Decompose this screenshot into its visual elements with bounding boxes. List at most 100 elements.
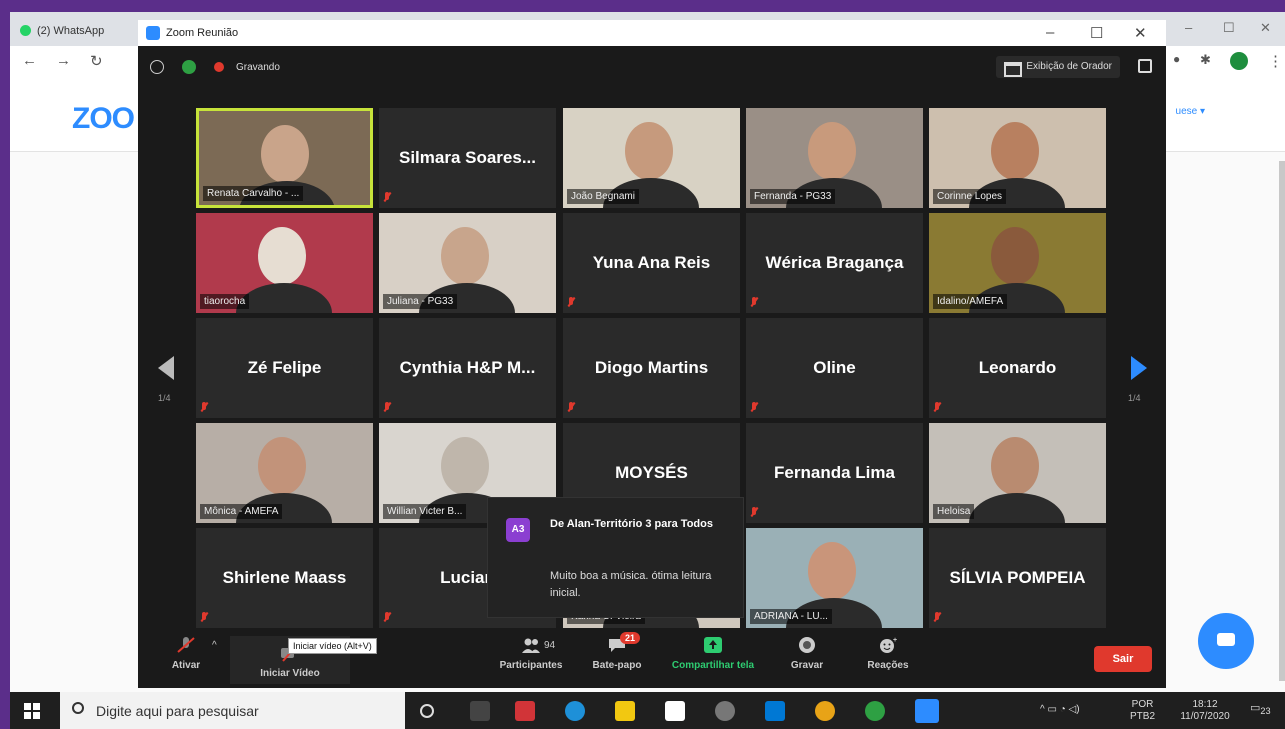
extension-icon[interactable]: ● — [1173, 52, 1180, 66]
tray-icons[interactable]: ^ ▭ ◔ ◁) — [1040, 704, 1080, 716]
participant-name: Zé Felipe — [247, 358, 322, 377]
participant-tile[interactable]: tiaorocha — [196, 213, 373, 313]
participant-name: Cynthia H&P M... — [399, 358, 536, 377]
clock-time: 18:12 — [1192, 699, 1218, 710]
muted-mic-icon — [383, 192, 391, 203]
audio-options-chevron-icon[interactable]: ^ — [212, 640, 217, 651]
participant-video-face — [991, 227, 1039, 285]
notifications-icon[interactable]: ▭23 — [1250, 702, 1271, 717]
participant-tile[interactable]: Diogo Martins — [563, 318, 740, 418]
unmute-button[interactable]: Ativar — [166, 636, 206, 671]
reactions-button[interactable]: + Reações — [860, 636, 916, 671]
chat-button[interactable]: Bate-papo — [584, 636, 650, 671]
language-selector[interactable]: uese ▾ — [1176, 106, 1205, 117]
page-scrollbar[interactable] — [1279, 161, 1285, 681]
mail-icon[interactable] — [765, 701, 785, 721]
muted-mic-icon — [933, 402, 941, 413]
whatsapp-taskbar-icon[interactable] — [865, 701, 885, 721]
clock[interactable]: 18:12 11/07/2020 — [1175, 699, 1235, 723]
recording-icon — [214, 62, 224, 72]
participant-tile[interactable]: João Begnami — [563, 108, 740, 208]
task-view-icon[interactable] — [470, 701, 490, 721]
browser-minimize-icon[interactable]: – — [1185, 20, 1192, 35]
reload-icon[interactable]: ↻ — [90, 52, 103, 70]
participant-tile[interactable]: Shirlene Maass — [196, 528, 373, 628]
participant-tile[interactable]: Oline — [746, 318, 923, 418]
taskbar-search-box[interactable]: Digite aqui para pesquisar — [60, 692, 405, 729]
participant-tile[interactable]: Wérica Bragança — [746, 213, 923, 313]
participant-tile[interactable]: Cynthia H&P M... — [379, 318, 556, 418]
zoom-site-logo[interactable]: ZOO — [72, 102, 135, 136]
back-icon[interactable]: ← — [22, 52, 37, 69]
forward-icon[interactable]: → — [56, 52, 71, 69]
security-shield-icon[interactable] — [182, 60, 196, 74]
minimize-button[interactable]: – — [1046, 24, 1054, 41]
browser-maximize-icon[interactable]: ☐ — [1223, 20, 1235, 36]
participant-name-label: Renata Carvalho - ... — [203, 186, 304, 201]
chrome-icon[interactable] — [815, 701, 835, 721]
share-screen-button[interactable]: Compartilhar tela — [660, 636, 766, 671]
participant-tile[interactable]: Corinne Lopes — [929, 108, 1106, 208]
previous-page-arrow-icon[interactable] — [158, 356, 174, 380]
participant-tile[interactable]: Heloisa — [929, 423, 1106, 523]
participant-tile[interactable]: ADRIANA - LU... — [746, 528, 923, 628]
participant-name: Diogo Martins — [594, 358, 709, 377]
muted-mic-icon — [567, 402, 575, 413]
edge-icon[interactable] — [565, 701, 585, 721]
taskbar-search-placeholder: Digite aqui para pesquisar — [96, 703, 259, 719]
participant-name: Silmara Soares... — [398, 148, 537, 167]
cortana-icon[interactable] — [420, 704, 434, 718]
share-screen-icon — [704, 637, 722, 653]
browser-close-icon[interactable]: ✕ — [1260, 20, 1271, 36]
participant-tile[interactable]: Zé Felipe — [196, 318, 373, 418]
store-icon[interactable] — [665, 701, 685, 721]
zoom-taskbar-icon[interactable] — [915, 699, 939, 723]
leave-button[interactable]: Sair — [1094, 646, 1152, 672]
zoom-window-title: Zoom Reunião — [166, 27, 239, 39]
participant-video-face — [991, 437, 1039, 495]
participant-name: Wérica Bragança — [765, 253, 904, 272]
unmute-label: Ativar — [171, 660, 201, 671]
participant-tile[interactable]: Idalino/AMEFA — [929, 213, 1106, 313]
participant-tile[interactable]: Fernanda Lima — [746, 423, 923, 523]
fullscreen-icon[interactable] — [1138, 59, 1152, 73]
close-button[interactable]: ✕ — [1134, 24, 1147, 42]
participant-tile[interactable]: SÍLVIA POMPEIA — [929, 528, 1106, 628]
windows-start-icon[interactable] — [24, 703, 40, 719]
muted-mic-icon — [567, 297, 575, 308]
input-language[interactable]: POR PTB2 — [1130, 699, 1155, 723]
settings-gear-icon[interactable] — [715, 701, 735, 721]
page-indicator-right: 1/4 — [1128, 393, 1141, 403]
profile-avatar[interactable] — [1230, 52, 1248, 70]
record-button[interactable]: Gravar — [784, 636, 830, 671]
browser-tab-whatsapp[interactable]: (2) WhatsApp — [12, 18, 140, 46]
participant-tile[interactable]: Mônica - AMEFA — [196, 423, 373, 523]
photos-app-icon[interactable] — [515, 701, 535, 721]
share-screen-label: Compartilhar tela — [671, 660, 755, 671]
puzzle-icon[interactable]: ✱ — [1200, 52, 1211, 68]
participant-tile[interactable]: Fernanda - PG33 — [746, 108, 923, 208]
participant-name: MOYSÉS — [615, 463, 688, 482]
participant-tile[interactable]: Renata Carvalho - ... — [196, 108, 373, 208]
participant-name-label: Corinne Lopes — [933, 189, 1007, 204]
next-page-arrow-icon[interactable] — [1131, 356, 1147, 380]
participant-tile[interactable]: Juliana - PG33 — [379, 213, 556, 313]
participant-name: Fernanda Lima — [774, 463, 895, 482]
file-explorer-icon[interactable] — [615, 701, 635, 721]
participant-name: Yuna Ana Reis — [592, 253, 711, 272]
participants-button[interactable]: Participantes — [492, 636, 570, 671]
speaker-view-button[interactable]: Exibição de Orador — [996, 56, 1120, 78]
menu-dots-icon[interactable]: ⋮ — [1268, 52, 1283, 70]
participant-name: Shirlene Maass — [222, 568, 347, 587]
participant-video-face — [625, 122, 673, 180]
participant-tile[interactable]: Yuna Ana Reis — [563, 213, 740, 313]
maximize-button[interactable]: ☐ — [1090, 24, 1103, 42]
support-chat-button[interactable] — [1198, 613, 1254, 669]
search-icon — [72, 702, 84, 714]
muted-mic-icon — [750, 507, 758, 518]
chat-notification[interactable]: A3 De Alan-Território 3 para Todos Muito… — [487, 497, 744, 618]
info-icon[interactable] — [150, 60, 164, 74]
participant-tile[interactable]: Leonardo — [929, 318, 1106, 418]
participant-name: Leonardo — [978, 358, 1057, 377]
participant-tile[interactable]: Silmara Soares... — [379, 108, 556, 208]
